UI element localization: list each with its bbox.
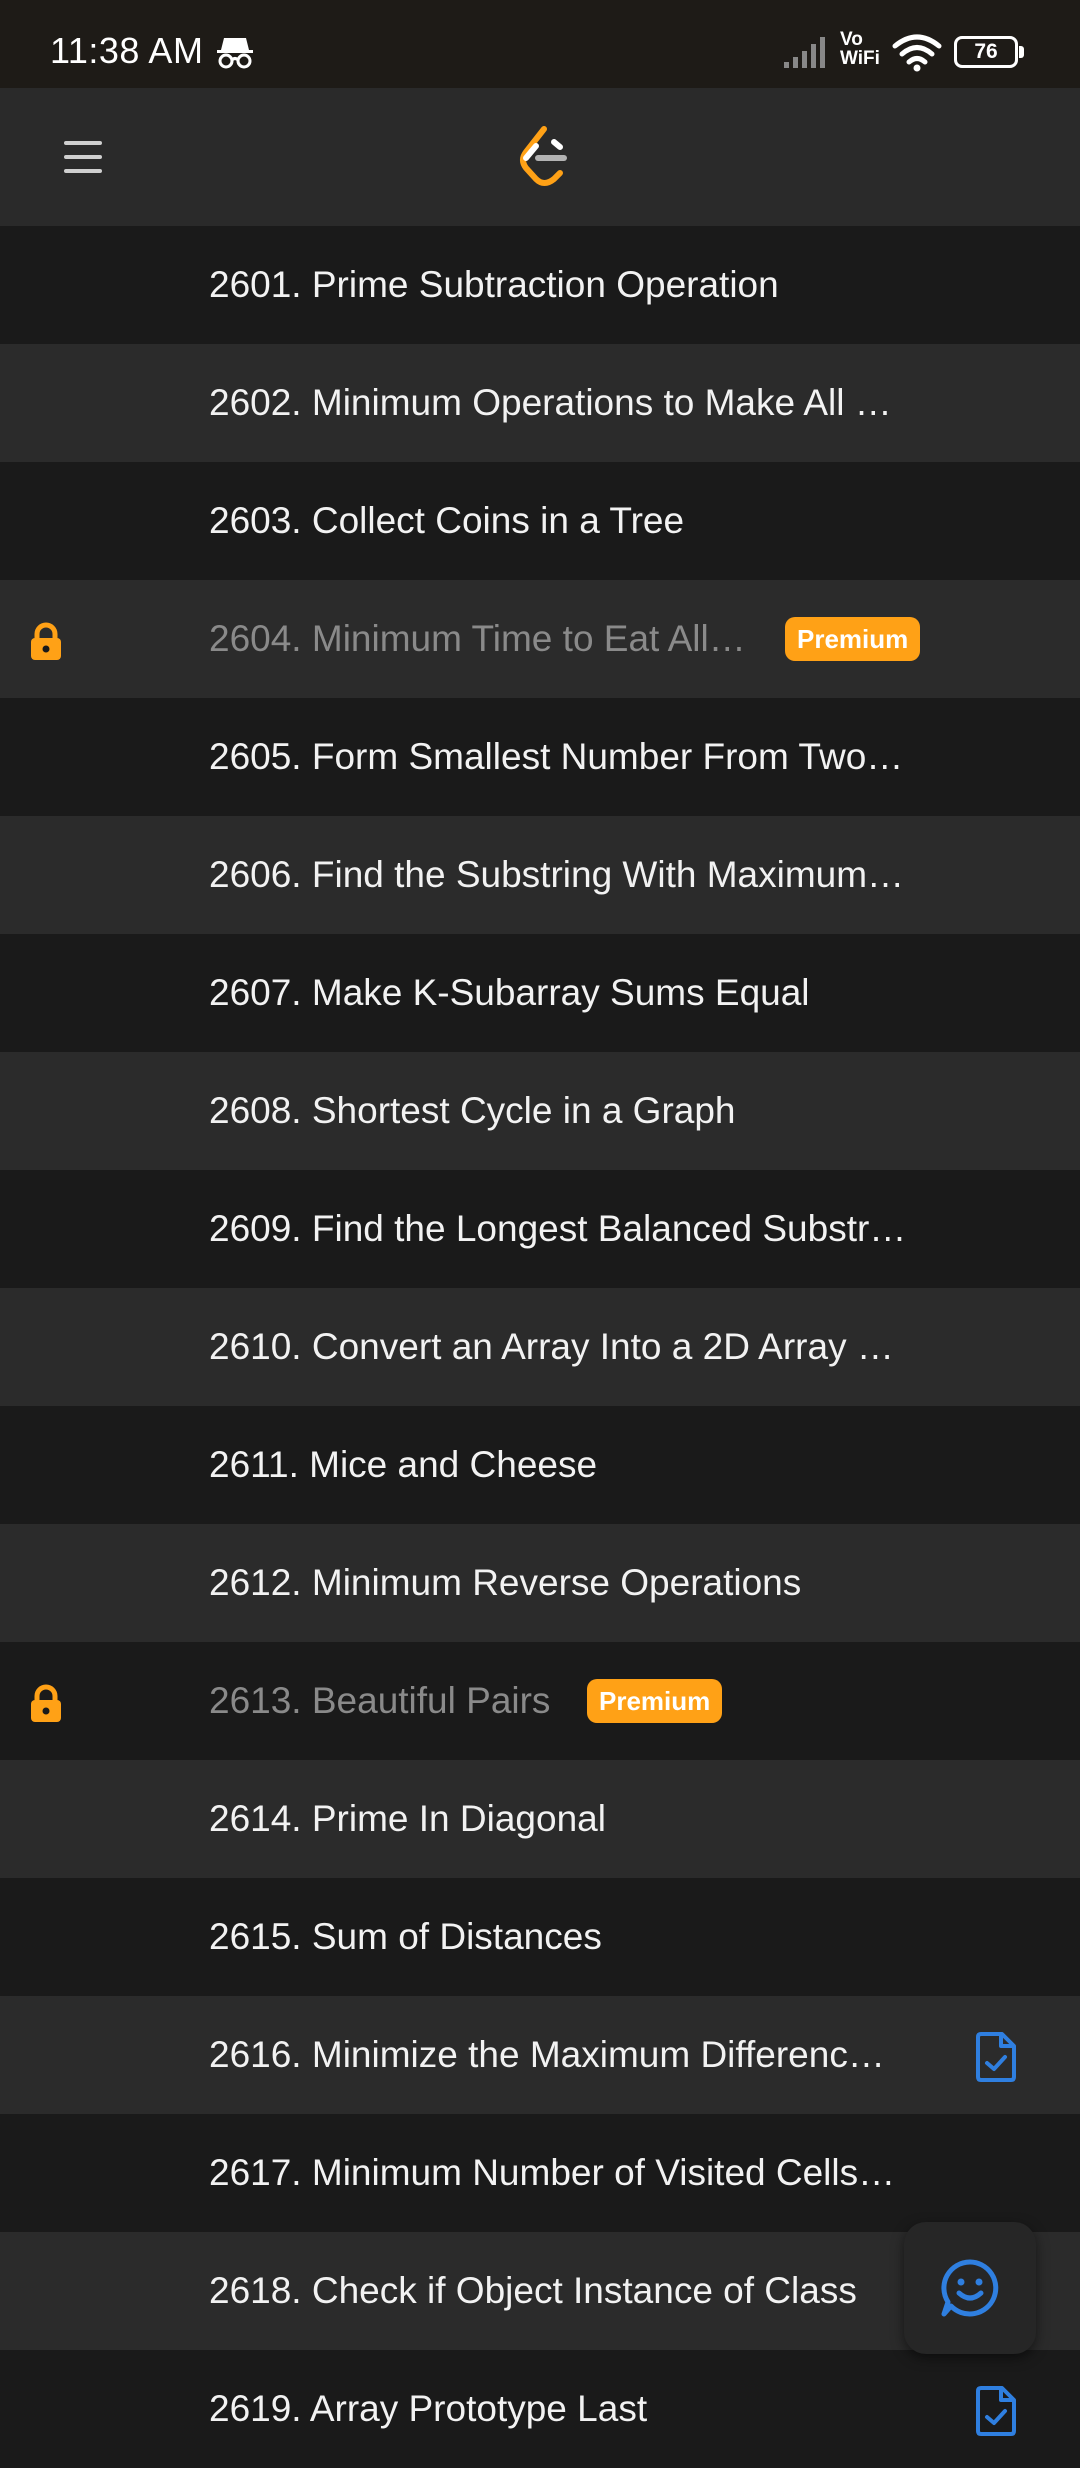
status-time: 11:38 AM bbox=[50, 30, 204, 71]
battery-tip bbox=[1019, 46, 1024, 58]
wifi-icon bbox=[892, 34, 942, 72]
problem-title: 2610. Convert an Array Into a 2D Array … bbox=[209, 1326, 894, 1367]
problem-title: 2614. Prime In Diagonal bbox=[209, 1798, 606, 1839]
problem-title: 2608. Shortest Cycle in a Graph bbox=[209, 1090, 736, 1131]
premium-badge: Premium bbox=[785, 617, 921, 661]
problem-row[interactable]: 2608. Shortest Cycle in a Graph bbox=[0, 1052, 1080, 1170]
problem-row[interactable]: 2604. Minimum Time to Eat All… Premium bbox=[0, 580, 1080, 698]
problem-title: 2601. Prime Subtraction Operation bbox=[209, 264, 779, 305]
problem-title: 2602. Minimum Operations to Make All … bbox=[209, 382, 892, 423]
battery-icon: 76 bbox=[954, 36, 1024, 68]
problem-row[interactable]: 2610. Convert an Array Into a 2D Array … bbox=[0, 1288, 1080, 1406]
problem-row[interactable]: 2616. Minimize the Maximum Differenc… bbox=[0, 1996, 1080, 2114]
app-bar bbox=[0, 88, 1080, 226]
problem-row[interactable]: 2615. Sum of Distances bbox=[0, 1878, 1080, 1996]
problem-title: 2616. Minimize the Maximum Differenc… bbox=[209, 2034, 885, 2075]
lock-icon bbox=[31, 1684, 61, 1722]
solution-document-icon[interactable] bbox=[974, 2386, 1018, 2436]
problem-row[interactable]: 2619. Array Prototype Last bbox=[0, 2350, 1080, 2468]
problem-row[interactable]: 2612. Minimum Reverse Operations bbox=[0, 1524, 1080, 1642]
premium-badge: Premium bbox=[587, 1679, 723, 1723]
vo-text: Vo bbox=[840, 29, 863, 50]
problem-row[interactable]: 2606. Find the Substring With Maximum… bbox=[0, 816, 1080, 934]
problem-title: 2615. Sum of Distances bbox=[209, 1916, 602, 1957]
lock-icon bbox=[31, 622, 61, 660]
feedback-button[interactable] bbox=[904, 2222, 1036, 2354]
menu-icon[interactable] bbox=[64, 138, 106, 178]
leetcode-logo-icon bbox=[520, 126, 567, 186]
status-bar: 11:38 AM Vo WiFi 76 bbox=[0, 0, 1080, 88]
incognito-icon bbox=[217, 38, 253, 69]
problem-title: 2611. Mice and Cheese bbox=[209, 1444, 598, 1485]
problem-list: 2601. Prime Subtraction Operation 2602. M… bbox=[0, 226, 1080, 2468]
problem-row[interactable]: 2607. Make K-Subarray Sums Equal bbox=[0, 934, 1080, 1052]
problem-title: 2609. Find the Longest Balanced Substr… bbox=[209, 1208, 907, 1249]
problem-title: 2619. Array Prototype Last bbox=[209, 2388, 648, 2429]
problem-row[interactable]: 2603. Collect Coins in a Tree bbox=[0, 462, 1080, 580]
problem-title: 2606. Find the Substring With Maximum… bbox=[209, 854, 905, 895]
problem-row[interactable]: 2601. Prime Subtraction Operation bbox=[0, 226, 1080, 344]
problem-title: 2603. Collect Coins in a Tree bbox=[209, 500, 685, 541]
problem-title: 2617. Minimum Number of Visited Cells… bbox=[209, 2152, 896, 2193]
problem-title: 2605. Form Smallest Number From Two… bbox=[209, 736, 904, 777]
problem-title: 2618. Check if Object Instance of Class bbox=[209, 2270, 857, 2311]
problem-row[interactable]: 2617. Minimum Number of Visited Cells… bbox=[0, 2114, 1080, 2232]
problem-title: 2604. Minimum Time to Eat All… bbox=[209, 618, 746, 659]
problem-title: 2613. Beautiful Pairs bbox=[209, 1680, 551, 1721]
problem-row[interactable]: 2613. Beautiful Pairs Premium bbox=[0, 1642, 1080, 1760]
problem-row[interactable]: 2609. Find the Longest Balanced Substr… bbox=[0, 1170, 1080, 1288]
problem-title: 2607. Make K-Subarray Sums Equal bbox=[209, 972, 810, 1013]
problem-row[interactable]: 2602. Minimum Operations to Make All … bbox=[0, 344, 1080, 462]
solution-document-icon[interactable] bbox=[974, 2032, 1018, 2082]
problem-row[interactable]: 2611. Mice and Cheese bbox=[0, 1406, 1080, 1524]
problem-title: 2612. Minimum Reverse Operations bbox=[209, 1562, 802, 1603]
signal-icon bbox=[784, 37, 825, 68]
feedback-smiley-icon bbox=[941, 2259, 999, 2317]
vowifi-label: Vo WiFi bbox=[840, 30, 880, 68]
problem-row[interactable]: 2605. Form Smallest Number From Two… bbox=[0, 698, 1080, 816]
wifi-text: WiFi bbox=[840, 48, 880, 69]
problem-row[interactable]: 2614. Prime In Diagonal bbox=[0, 1760, 1080, 1878]
battery-level: 76 bbox=[954, 36, 1018, 68]
